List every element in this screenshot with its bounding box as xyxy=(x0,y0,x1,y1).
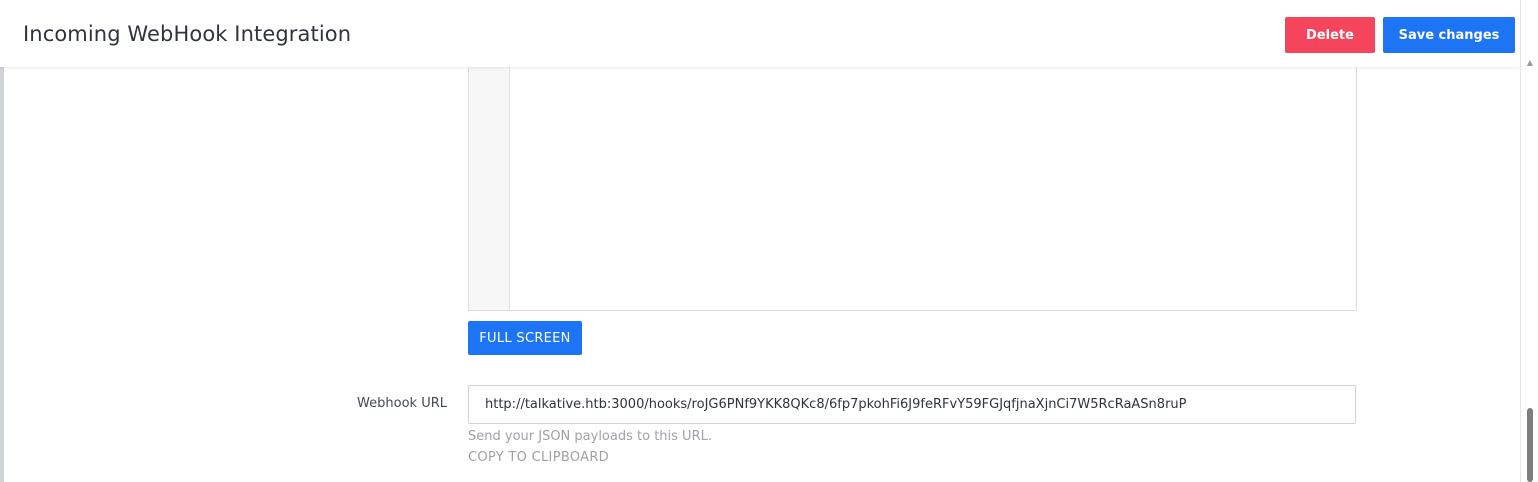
copy-to-clipboard-link[interactable]: COPY TO CLIPBOARD xyxy=(468,450,609,465)
full-screen-button[interactable]: FULL SCREEN xyxy=(468,321,582,355)
scroll-up-arrow-icon[interactable]: ▲ xyxy=(1524,58,1536,68)
save-changes-button[interactable]: Save changes xyxy=(1383,17,1515,53)
left-edge-strip xyxy=(0,67,4,482)
page-title: Incoming WebHook Integration xyxy=(23,22,352,46)
delete-button[interactable]: Delete xyxy=(1285,17,1375,53)
scrollbar-thumb[interactable] xyxy=(1527,408,1533,482)
webhook-url-input[interactable] xyxy=(468,385,1356,424)
page-header: Incoming WebHook Integration Delete Save… xyxy=(0,0,1520,67)
webhook-url-label: Webhook URL xyxy=(357,396,447,411)
integration-page: FULL SCREEN Webhook URL Send your JSON p… xyxy=(0,0,1538,482)
webhook-url-help-text: Send your JSON payloads to this URL. xyxy=(468,429,712,444)
